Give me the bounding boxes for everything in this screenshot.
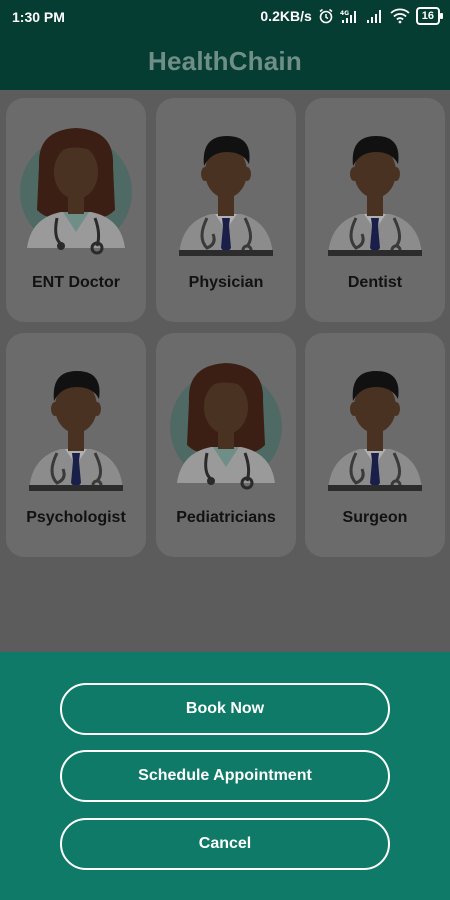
specialty-label: Physician: [188, 274, 264, 291]
specialty-card-pediatricians[interactable]: Pediatricians: [156, 333, 296, 557]
alarm-icon: [318, 8, 334, 24]
female-doctor-avatar: [170, 363, 282, 490]
specialty-label: Pediatricians: [176, 509, 276, 526]
specialty-label: Psychologist: [26, 509, 126, 526]
specialty-label: Dentist: [347, 274, 403, 291]
status-icons: 0.2KB/s 4G 16: [260, 7, 444, 25]
status-time: 1:30 PM: [12, 9, 65, 25]
cancel-button[interactable]: Cancel: [60, 818, 390, 870]
female-doctor-avatar: [20, 128, 132, 255]
specialty-card-ent-doctor[interactable]: ENT Doctor: [6, 98, 146, 322]
specialty-card-psychologist[interactable]: Psychologist: [6, 333, 146, 557]
app-title: HealthChain: [148, 46, 302, 76]
specialty-label: Surgeon: [342, 509, 408, 526]
specialty-card-dentist[interactable]: Dentist: [305, 98, 445, 322]
app-bar: HealthChain: [0, 34, 450, 90]
specialty-card-surgeon[interactable]: Surgeon: [305, 333, 445, 557]
signal-4g-icon: 4G: [340, 8, 360, 24]
male-doctor-avatar: [179, 136, 273, 256]
svg-text:4G: 4G: [340, 10, 349, 17]
wifi-icon: [390, 8, 410, 24]
book-now-button[interactable]: Book Now: [60, 683, 390, 735]
network-speed: 0.2KB/s: [260, 8, 312, 24]
male-doctor-avatar: [328, 371, 422, 491]
signal-icon: [366, 8, 384, 24]
specialty-card-physician[interactable]: Physician: [156, 98, 296, 322]
battery-icon: 16: [415, 7, 444, 25]
male-doctor-avatar: [328, 136, 422, 256]
status-bar: 1:30 PM 0.2KB/s 4G 16: [0, 0, 450, 34]
specialty-grid: ENT Doctor Physician Dentist Psychologis…: [0, 90, 450, 652]
male-doctor-avatar: [29, 371, 123, 491]
schedule-appointment-button[interactable]: Schedule Appointment: [60, 750, 390, 802]
action-sheet: Book Now Schedule Appointment Cancel: [0, 652, 450, 900]
specialty-label: ENT Doctor: [32, 274, 120, 291]
